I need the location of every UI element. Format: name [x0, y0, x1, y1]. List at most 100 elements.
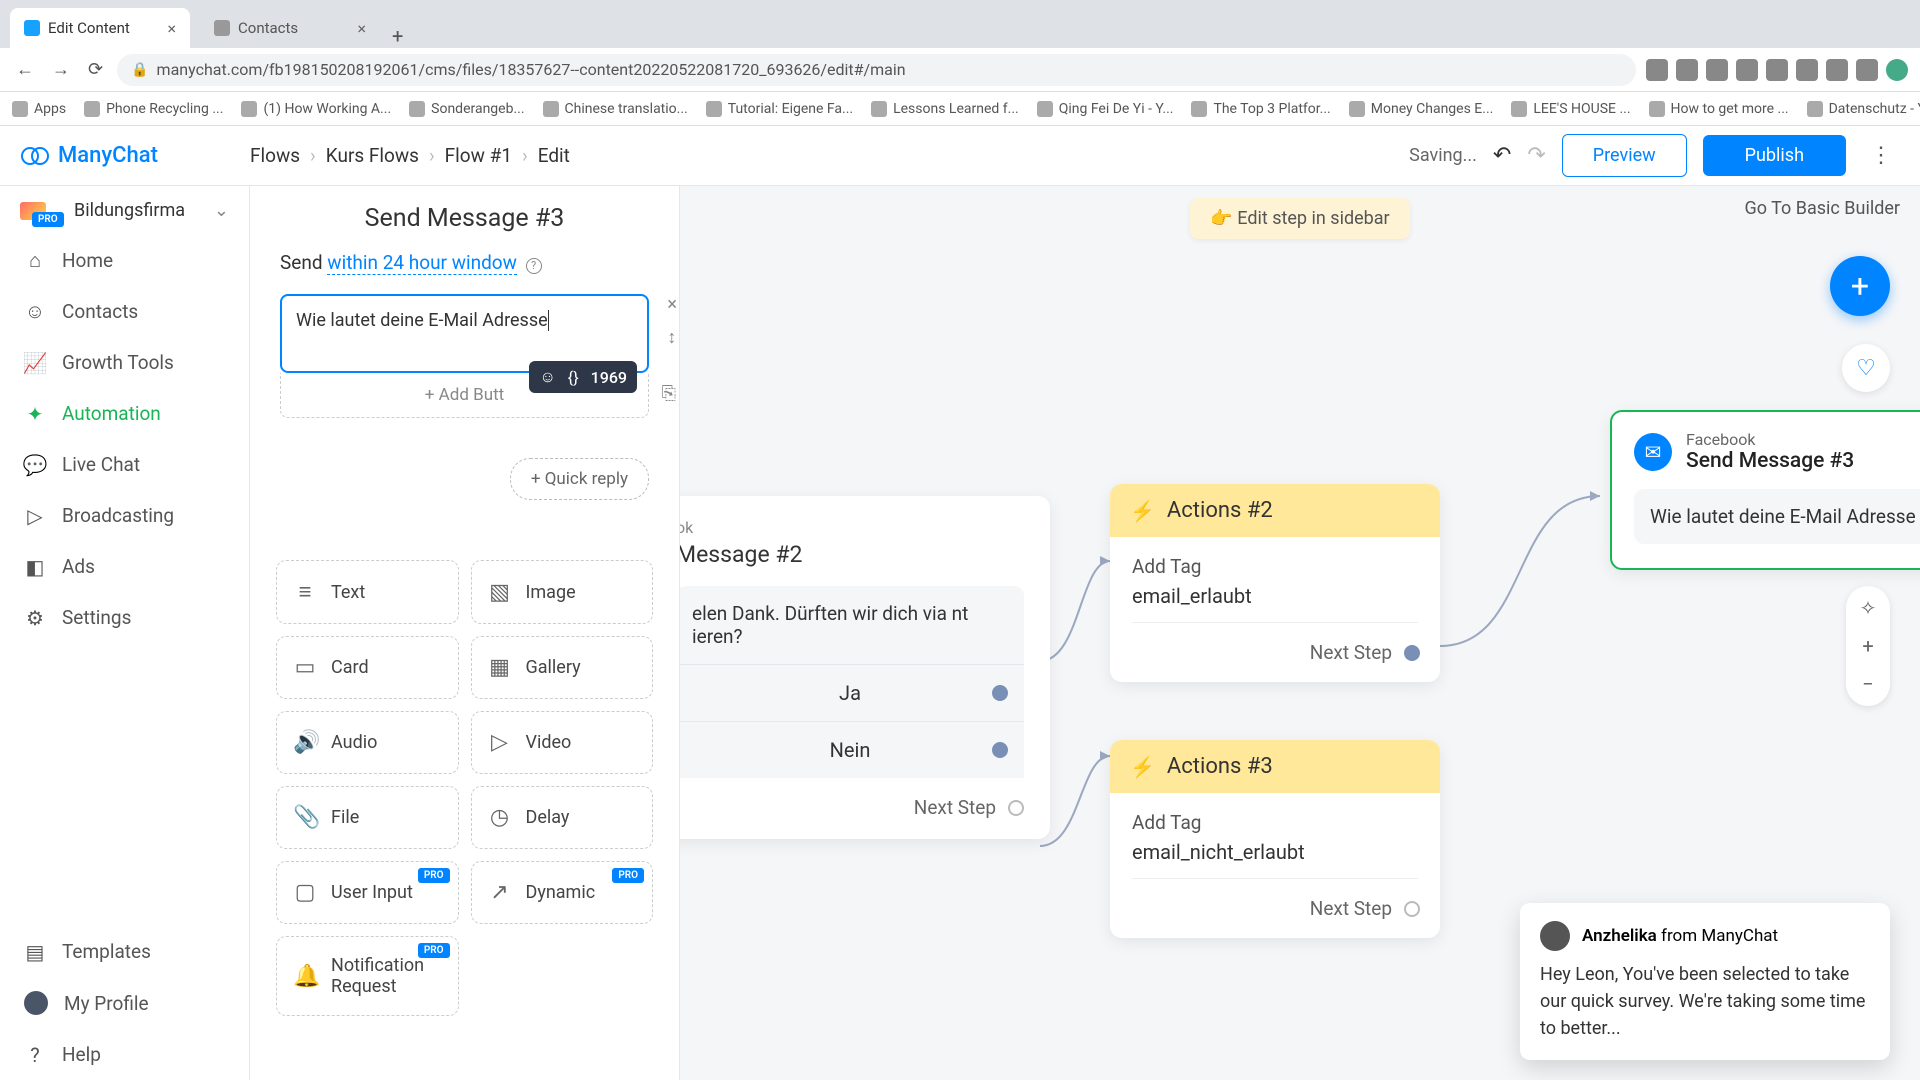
sidebar-item-growth[interactable]: 📈Growth Tools	[0, 337, 249, 388]
goto-basic-builder[interactable]: Go To Basic Builder	[1745, 198, 1901, 219]
manychat-icon	[20, 141, 50, 171]
connector-dot[interactable]	[1404, 901, 1420, 917]
breadcrumb-item[interactable]: Kurs Flows	[326, 144, 419, 167]
sidebar-item-templates[interactable]: ▤Templates	[0, 926, 249, 977]
bookmark[interactable]: Qing Fei De Yi - Y...	[1037, 101, 1174, 117]
connector-dot[interactable]	[1008, 800, 1024, 816]
tab-contacts[interactable]: Contacts ×	[200, 8, 380, 48]
node-option-ja[interactable]: Ja	[680, 664, 1024, 721]
extension-icon[interactable]	[1706, 59, 1728, 81]
breadcrumb-item[interactable]: Flows	[250, 144, 300, 167]
variable-icon[interactable]: {}	[568, 368, 579, 387]
survey-body: Hey Leon, You've been selected to take o…	[1540, 961, 1870, 1042]
chevron-right-icon: ›	[429, 144, 435, 167]
sidebar-item-contacts[interactable]: ☺Contacts	[0, 286, 249, 337]
sidebar-item-ads[interactable]: ◧Ads	[0, 541, 249, 592]
bookmark[interactable]: Phone Recycling ...	[84, 101, 223, 117]
copy-icon[interactable]: ⎘	[662, 383, 676, 404]
card-icon: ▭	[293, 655, 317, 680]
extension-icon[interactable]	[1796, 59, 1818, 81]
extension-icon[interactable]	[1736, 59, 1758, 81]
back-icon[interactable]: ←	[12, 59, 38, 80]
publish-button[interactable]: Publish	[1703, 135, 1846, 176]
content-type-dynamic[interactable]: ↗DynamicPRO	[471, 861, 654, 924]
bookmark[interactable]: Money Changes E...	[1349, 101, 1494, 117]
connector-dot[interactable]	[992, 742, 1008, 758]
content-type-audio[interactable]: 🔊Audio	[276, 711, 459, 774]
profile-avatar[interactable]	[1886, 59, 1908, 81]
bookmark[interactable]: Sonderangeb...	[409, 101, 524, 117]
sidebar-item-livechat[interactable]: 💬Live Chat	[0, 439, 249, 490]
url-input[interactable]: 🔒 manychat.com/fb198150208192061/cms/fil…	[117, 54, 1636, 86]
bookmark[interactable]: Chinese translatio...	[543, 101, 688, 117]
node-option-nein[interactable]: Nein	[680, 721, 1024, 778]
sidebar-item-settings[interactable]: ⚙Settings	[0, 592, 249, 643]
content-type-file[interactable]: 📎File	[276, 786, 459, 849]
extension-icon[interactable]	[1676, 59, 1698, 81]
flow-node-message2[interactable]: ok Message #2 elen Dank. Dürften wir dic…	[680, 496, 1050, 839]
connector-dot[interactable]	[992, 685, 1008, 701]
forward-icon[interactable]: →	[48, 59, 74, 80]
undo-icon[interactable]: ↶	[1493, 143, 1511, 168]
fit-icon[interactable]: ✧	[1860, 596, 1877, 620]
extension-icon[interactable]	[1646, 59, 1668, 81]
bookmark[interactable]: Tutorial: Eigene Fa...	[706, 101, 853, 117]
automation-icon: ✦	[24, 403, 46, 425]
chevron-down-icon: ⌄	[214, 200, 229, 221]
tab-edit-content[interactable]: Edit Content ×	[10, 8, 190, 48]
bookmark[interactable]: How to get more ...	[1649, 101, 1789, 117]
sidebar-item-automation[interactable]: ✦Automation	[0, 388, 249, 439]
content-type-gallery[interactable]: ▦Gallery	[471, 636, 654, 699]
close-icon[interactable]: ×	[667, 294, 677, 315]
send-window-link[interactable]: within 24 hour window	[327, 251, 517, 275]
workspace-selector[interactable]: PRO Bildungsfirma ⌄	[0, 186, 249, 235]
survey-popup[interactable]: Anzhelika from ManyChat Hey Leon, You've…	[1520, 903, 1890, 1060]
flow-node-message3[interactable]: ✉ Facebook Send Message #3 Wie lautet de…	[1610, 410, 1920, 570]
content-type-userinput[interactable]: ▢User InputPRO	[276, 861, 459, 924]
content-type-card[interactable]: ▭Card	[276, 636, 459, 699]
add-step-fab[interactable]: +	[1830, 256, 1890, 316]
reload-icon[interactable]: ⟳	[84, 59, 107, 80]
zoom-out-icon[interactable]: −	[1862, 672, 1873, 696]
zoom-in-icon[interactable]: +	[1862, 634, 1873, 658]
pro-badge: PRO	[418, 868, 450, 883]
delay-icon: ◷	[488, 805, 512, 830]
content-type-notification[interactable]: 🔔Notification RequestPRO	[276, 936, 459, 1016]
bookmark[interactable]: LEE'S HOUSE ...	[1511, 101, 1630, 117]
sidebar-item-home[interactable]: ⌂Home	[0, 235, 249, 286]
bookmark[interactable]: The Top 3 Platfor...	[1191, 101, 1330, 117]
content-type-delay[interactable]: ◷Delay	[471, 786, 654, 849]
quick-reply-button[interactable]: + Quick reply	[510, 458, 649, 500]
flow-node-actions3[interactable]: ⚡Actions #3 Add Tag email_nicht_erlaubt …	[1110, 740, 1440, 938]
close-icon[interactable]: ×	[167, 19, 176, 38]
edit-sidebar-hint[interactable]: 👉 Edit step in sidebar	[1190, 198, 1409, 239]
brand-logo[interactable]: ManyChat	[20, 141, 250, 171]
flow-node-actions2[interactable]: ⚡Actions #2 Add Tag email_erlaubt Next S…	[1110, 484, 1440, 682]
extension-icon[interactable]	[1856, 59, 1878, 81]
extension-icon[interactable]	[1766, 59, 1788, 81]
resize-icon[interactable]: ↕	[667, 327, 677, 348]
flow-canvas[interactable]: 👉 Edit step in sidebar Go To Basic Build…	[680, 186, 1920, 1080]
bolt-icon: ⚡	[1130, 499, 1155, 523]
emoji-icon[interactable]: ☺	[539, 367, 555, 387]
bookmark[interactable]: (1) How Working A...	[241, 101, 391, 117]
favorite-fab[interactable]: ♡	[1842, 344, 1890, 392]
bookmark[interactable]: Lessons Learned f...	[871, 101, 1019, 117]
breadcrumb-item[interactable]: Flow #1	[445, 144, 512, 167]
message-input[interactable]: Wie lautet deine E-Mail Adresse ☺ {} 196…	[280, 294, 649, 373]
bookmark[interactable]: Apps	[12, 101, 66, 117]
sidebar-item-help[interactable]: ?Help	[0, 1029, 249, 1080]
sidebar-item-broadcasting[interactable]: ▷Broadcasting	[0, 490, 249, 541]
extension-icon[interactable]	[1826, 59, 1848, 81]
sidebar-item-profile[interactable]: My Profile	[0, 977, 249, 1029]
content-type-text[interactable]: ≡Text	[276, 560, 459, 624]
connector-dot[interactable]	[1404, 645, 1420, 661]
info-icon[interactable]: ?	[526, 258, 542, 274]
content-type-image[interactable]: ▧Image	[471, 560, 654, 624]
bookmark[interactable]: Datenschutz - Y...	[1807, 101, 1920, 117]
preview-button[interactable]: Preview	[1562, 134, 1687, 177]
more-menu-icon[interactable]: ⋮	[1862, 143, 1900, 168]
close-icon[interactable]: ×	[357, 19, 366, 38]
content-type-video[interactable]: ▷Video	[471, 711, 654, 774]
new-tab-button[interactable]: +	[380, 24, 415, 48]
